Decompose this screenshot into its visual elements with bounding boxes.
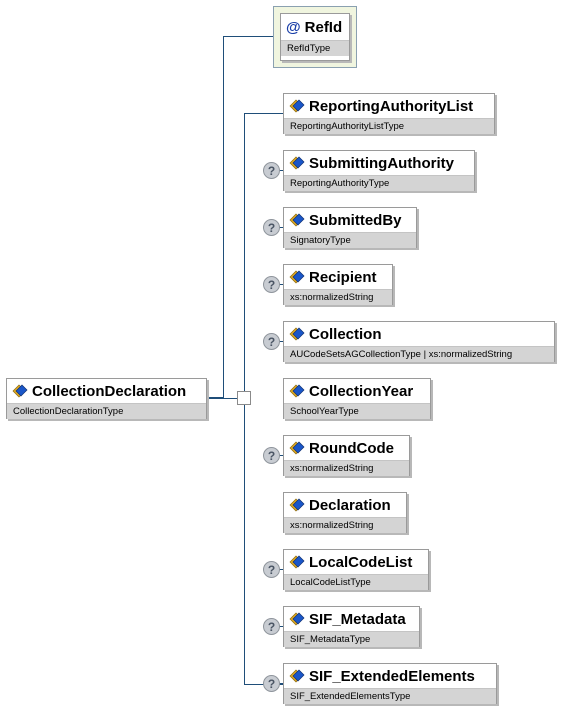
child-element-type: xs:normalizedString	[284, 517, 406, 533]
child-element-type: SIF_ExtendedElementsType	[284, 688, 496, 704]
child-element-name: SubmittedBy	[309, 211, 402, 229]
attribute-node-refid[interactable]: @ RefId RefIdType	[273, 6, 357, 68]
optional-marker-icon: ?	[263, 447, 280, 464]
element-icon	[289, 441, 305, 455]
child-element-name: SubmittingAuthority	[309, 154, 454, 172]
child-element-name: LocalCodeList	[309, 553, 413, 571]
child-element-type: xs:normalizedString	[284, 460, 409, 476]
optional-marker-icon: ?	[263, 276, 280, 293]
attribute-name: RefId	[304, 18, 343, 36]
element-icon	[289, 327, 305, 341]
child-element-type: ReportingAuthorityListType	[284, 118, 494, 134]
child-element-name: CollectionYear	[309, 382, 414, 400]
child-element-type: SchoolYearType	[284, 403, 430, 419]
child-element-name: SIF_Metadata	[309, 610, 406, 628]
element-icon	[12, 384, 28, 398]
child-element-type: SIF_MetadataType	[284, 631, 419, 647]
child-element-name: SIF_ExtendedElements	[309, 667, 475, 685]
child-element-node[interactable]: LocalCodeList LocalCodeListType	[283, 549, 429, 590]
optional-marker-icon: ?	[263, 675, 280, 692]
element-icon	[289, 555, 305, 569]
element-icon	[289, 270, 305, 284]
element-icon	[289, 612, 305, 626]
child-element-node[interactable]: CollectionYear SchoolYearType	[283, 378, 431, 419]
element-icon	[289, 384, 305, 398]
attribute-type: RefIdType	[281, 40, 349, 56]
child-element-name: Collection	[309, 325, 382, 343]
child-element-type: SignatoryType	[284, 232, 416, 248]
at-icon: @	[286, 18, 301, 36]
element-icon	[289, 156, 305, 170]
child-element-type: xs:normalizedString	[284, 289, 392, 305]
root-element-type: CollectionDeclarationType	[7, 403, 206, 419]
child-element-name: RoundCode	[309, 439, 394, 457]
child-element-type: LocalCodeListType	[284, 574, 428, 590]
child-element-name: ReportingAuthorityList	[309, 97, 474, 115]
child-element-node[interactable]: ReportingAuthorityList ReportingAuthority…	[283, 93, 495, 134]
child-element-node[interactable]: Declaration xs:normalizedString	[283, 492, 407, 533]
child-element-node[interactable]: Collection AUCodeSetsAGCollectionType | x…	[283, 321, 555, 362]
root-element-name: CollectionDeclaration	[32, 382, 187, 400]
child-element-node[interactable]: SubmittedBy SignatoryType	[283, 207, 417, 248]
optional-marker-icon: ?	[263, 561, 280, 578]
element-icon	[289, 99, 305, 113]
child-element-node[interactable]: SubmittingAuthority ReportingAuthorityTyp…	[283, 150, 475, 191]
child-element-node[interactable]: Recipient xs:normalizedString	[283, 264, 393, 305]
child-element-name: Recipient	[309, 268, 377, 286]
optional-marker-icon: ?	[263, 162, 280, 179]
child-element-node[interactable]: SIF_Metadata SIF_MetadataType	[283, 606, 420, 647]
element-icon	[289, 498, 305, 512]
sequence-compositor-icon[interactable]	[237, 391, 251, 405]
optional-marker-icon: ?	[263, 333, 280, 350]
optional-marker-icon: ?	[263, 618, 280, 635]
optional-marker-icon: ?	[263, 219, 280, 236]
element-icon	[289, 213, 305, 227]
child-element-type: AUCodeSetsAGCollectionType | xs:normaliz…	[284, 346, 554, 362]
child-element-node[interactable]: SIF_ExtendedElements SIF_ExtendedElements…	[283, 663, 497, 704]
element-icon	[289, 669, 305, 683]
child-element-name: Declaration	[309, 496, 391, 514]
child-element-type: ReportingAuthorityType	[284, 175, 474, 191]
child-element-node[interactable]: RoundCode xs:normalizedString	[283, 435, 410, 476]
root-element-node[interactable]: CollectionDeclaration CollectionDeclarat…	[6, 378, 207, 419]
